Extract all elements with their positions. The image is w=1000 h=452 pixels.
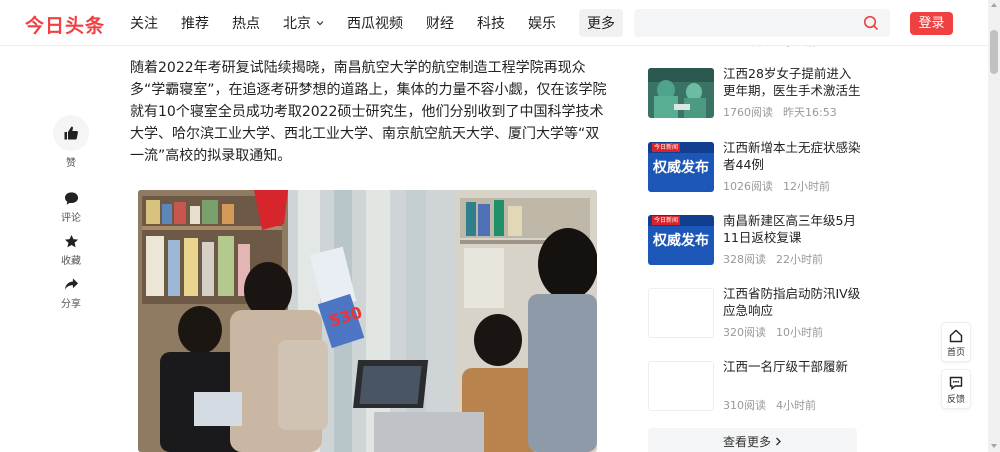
chevron-right-icon: [776, 437, 781, 445]
news-meta: 328阅读 22小时前: [723, 251, 823, 267]
star-icon: [64, 234, 78, 248]
comment-button[interactable]: 评论: [52, 191, 90, 224]
hospital-photo: [648, 68, 714, 118]
comment-label: 评论: [61, 213, 81, 224]
news-reads: 1026阅读: [723, 180, 773, 193]
news-title[interactable]: 南昌新建区高三年级5月11日返校复课: [723, 213, 863, 246]
news-time: 10小时前: [776, 326, 823, 339]
news-time: 昨天16:53: [783, 106, 837, 119]
thumb-text: 权威发布: [653, 233, 709, 249]
article-paragraph: 随着2022年考研复试陆续揭晓，南昌航空大学的航空制造工程学院再现众多“学霸寝室…: [130, 60, 607, 164]
news-meta: 1026阅读 12小时前: [723, 178, 830, 194]
search-input[interactable]: [634, 9, 890, 37]
scroll-down-arrow[interactable]: [991, 444, 997, 448]
news-reads: 310阅读: [723, 399, 766, 412]
thumb-text: 权威发布: [653, 160, 709, 176]
scroll-up-arrow[interactable]: [991, 3, 997, 7]
home-icon: [949, 329, 963, 343]
thumbs-up-icon: [64, 126, 78, 140]
news-time: 22小时前: [776, 253, 823, 266]
search-icon[interactable]: [863, 15, 879, 31]
home-float-button[interactable]: 首页: [941, 322, 971, 362]
nav-item-tech[interactable]: 科技: [477, 13, 505, 33]
login-button[interactable]: 登录: [910, 12, 953, 35]
nav-item-hot[interactable]: 热点: [232, 13, 260, 33]
site-logo[interactable]: 今日头条: [25, 11, 105, 38]
feedback-icon: [949, 376, 963, 390]
news-title[interactable]: 江西28岁女子提前进入更年期，医生手术激活生育...: [723, 66, 863, 100]
news-reads: 320阅读: [723, 326, 766, 339]
news-item[interactable]: 江西一名厅级干部履新 310阅读 4小时前: [648, 359, 858, 421]
news-item[interactable]: 今日新闻 权威发布 江西新增本土无症状感染者44例 1026阅读 12小时前: [648, 140, 861, 202]
main-nav: 关注 推荐 热点 北京 西瓜视频 财经 科技 娱乐 更多: [130, 0, 623, 46]
share-icon: [64, 278, 78, 290]
news-reads: 328阅读: [723, 253, 766, 266]
nav-item-city-dropdown[interactable]: 北京: [283, 13, 324, 33]
share-label: 分享: [61, 299, 81, 310]
nav-city-label: 北京: [283, 16, 311, 32]
news-meta: 310阅读 4小时前: [723, 397, 816, 413]
news-thumbnail[interactable]: [648, 68, 714, 118]
top-header: 今日头条 关注 推荐 热点 北京 西瓜视频 财经 科技 娱乐 更多 登录: [0, 0, 988, 46]
favorite-button[interactable]: 收藏: [52, 234, 90, 267]
news-thumbnail[interactable]: [648, 288, 714, 338]
like-button[interactable]: 赞: [52, 115, 90, 169]
news-meta: 1760阅读 昨天16:53: [723, 104, 837, 120]
feedback-label: 反馈: [946, 395, 965, 405]
news-item[interactable]: 今日新闻 权威发布 南昌新建区高三年级5月11日返校复课 328阅读 22小时前: [648, 213, 858, 275]
home-label: 首页: [946, 348, 965, 358]
news-thumbnail[interactable]: 今日新闻 权威发布: [648, 215, 714, 265]
news-reads: 1760阅读: [723, 106, 773, 119]
nav-more-button[interactable]: 更多: [579, 9, 623, 37]
news-title[interactable]: 江西一名厅级干部履新: [723, 359, 863, 376]
nav-item-recommend[interactable]: 推荐: [181, 13, 209, 33]
news-thumbnail[interactable]: [648, 361, 714, 411]
like-label: 赞: [66, 158, 76, 169]
view-more-label: 查看更多: [722, 434, 771, 449]
news-time: 12小时前: [783, 180, 830, 193]
nav-item-xigua[interactable]: 西瓜视频: [347, 13, 403, 33]
chevron-down-icon: [316, 21, 324, 26]
scroll-thumb[interactable]: [990, 30, 998, 74]
article-photo[interactable]: 530: [138, 190, 597, 452]
share-button[interactable]: 分享: [52, 277, 90, 310]
thumb-tag: 今日新闻: [652, 143, 681, 152]
news-item[interactable]: 江西省防指启动防汛IV级应急响应 320阅读 10小时前: [648, 286, 860, 348]
nav-item-follow[interactable]: 关注: [130, 13, 158, 33]
like-icon-wrap: [53, 115, 89, 151]
thumb-tag: 今日新闻: [652, 216, 681, 225]
view-more-button[interactable]: 查看更多: [648, 428, 857, 452]
nav-item-finance[interactable]: 财经: [426, 13, 454, 33]
feedback-float-button[interactable]: 反馈: [941, 369, 971, 409]
news-title[interactable]: 江西新增本土无症状感染者44例: [723, 140, 863, 173]
news-meta: 320阅读 10小时前: [723, 324, 823, 340]
news-title[interactable]: 江西省防指启动防汛IV级应急响应: [723, 286, 863, 319]
news-item[interactable]: 江西28岁女子提前进入更年期，医生手术激活生育... 1760阅读昨天16:53: [648, 66, 861, 128]
dorm-study-photo: 530: [138, 190, 597, 452]
page-scrollbar[interactable]: [988, 0, 1000, 452]
favorite-label: 收藏: [61, 256, 81, 267]
news-thumbnail[interactable]: 今日新闻 权威发布: [648, 142, 714, 192]
news-time: 4小时前: [776, 399, 816, 412]
comment-icon: [64, 192, 78, 205]
nav-item-entertainment[interactable]: 娱乐: [528, 13, 556, 33]
